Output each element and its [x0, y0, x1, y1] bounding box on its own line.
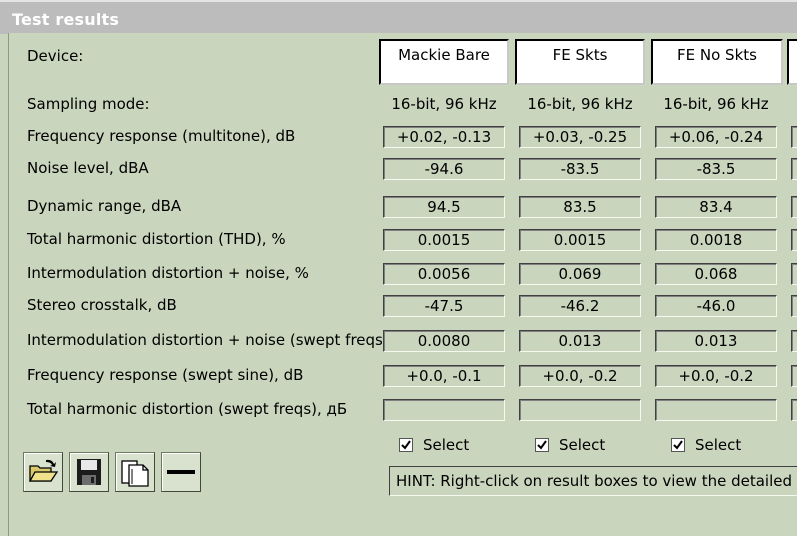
- result-cell-partial[interactable]: [791, 229, 797, 251]
- row-label-thd-swept: Total harmonic distortion (swept freqs),…: [27, 400, 348, 418]
- result-cell[interactable]: 94.5: [383, 196, 505, 218]
- save-button[interactable]: [69, 452, 109, 492]
- result-cell[interactable]: 0.013: [519, 330, 641, 352]
- result-cell[interactable]: 83.4: [655, 196, 777, 218]
- copy-pages-icon: [121, 460, 149, 487]
- result-cell[interactable]: -94.6: [383, 158, 505, 180]
- open-folder-icon: [28, 459, 59, 482]
- sampling-mode-value: 16-bit, 96 kHz: [391, 95, 497, 113]
- row-label-noise: Noise level, dBA: [27, 159, 149, 177]
- select-label: Select: [695, 436, 742, 454]
- result-cell[interactable]: 83.5: [519, 196, 641, 218]
- hint-box: HINT: Right-click on result boxes to vie…: [389, 466, 797, 496]
- result-cell[interactable]: 0.0018: [655, 229, 777, 251]
- select-label: Select: [559, 436, 606, 454]
- window-title: Test results: [12, 10, 120, 29]
- checkbox-checked-icon[interactable]: [535, 438, 549, 452]
- result-cell[interactable]: +0.0, -0.2: [519, 365, 641, 387]
- open-button[interactable]: [23, 452, 63, 492]
- row-label-device: Device:: [27, 47, 84, 65]
- title-bar: Test results: [0, 0, 797, 34]
- result-cell-partial[interactable]: [791, 263, 797, 285]
- result-cell[interactable]: 0.069: [519, 263, 641, 285]
- row-label-imd-swept: Intermodulation distortion + noise (swep…: [27, 331, 413, 349]
- device-name-box[interactable]: Mackie Bare: [379, 39, 509, 85]
- result-cell[interactable]: 0.0015: [519, 229, 641, 251]
- select-checkbox[interactable]: Select: [399, 436, 469, 454]
- result-cell[interactable]: 0.013: [655, 330, 777, 352]
- result-cell[interactable]: [383, 399, 505, 421]
- device-name-box-partial[interactable]: [787, 39, 797, 85]
- result-cell[interactable]: 0.0015: [383, 229, 505, 251]
- result-cell[interactable]: [655, 399, 777, 421]
- result-cell[interactable]: -46.2: [519, 295, 641, 317]
- result-cell[interactable]: +0.06, -0.24: [655, 126, 777, 148]
- row-label-freq-swept: Frequency response (swept sine), dB: [27, 366, 304, 384]
- result-cell-partial[interactable]: [791, 196, 797, 218]
- copy-button[interactable]: [115, 452, 155, 492]
- remove-button[interactable]: [161, 452, 201, 492]
- checkbox-checked-icon[interactable]: [399, 438, 413, 452]
- select-checkbox[interactable]: Select: [671, 436, 741, 454]
- row-label-dynamic: Dynamic range, dBA: [27, 197, 182, 215]
- row-label-crosstalk: Stereo crosstalk, dB: [27, 296, 177, 314]
- test-results-window: Test results Device: Sampling mode: Freq…: [0, 0, 797, 536]
- result-cell-partial[interactable]: [791, 158, 797, 180]
- result-cell-partial[interactable]: [791, 330, 797, 352]
- sampling-mode-value: 16-bit, 96 kHz: [663, 95, 769, 113]
- result-cell[interactable]: +0.0, -0.1: [383, 365, 505, 387]
- row-label-freq-multitone: Frequency response (multitone), dB: [27, 127, 296, 145]
- device-name-box[interactable]: FE Skts: [515, 39, 645, 85]
- sampling-mode-value: 16-bit, 96 kHz: [527, 95, 633, 113]
- result-cell-partial[interactable]: [791, 399, 797, 421]
- result-cell-partial[interactable]: [791, 126, 797, 148]
- result-cell[interactable]: 0.068: [655, 263, 777, 285]
- checkbox-checked-icon[interactable]: [671, 438, 685, 452]
- row-label-sampling: Sampling mode:: [27, 95, 150, 113]
- result-cell[interactable]: -47.5: [383, 295, 505, 317]
- result-cell[interactable]: -83.5: [655, 158, 777, 180]
- device-name-box[interactable]: FE No Skts: [651, 39, 783, 85]
- result-cell[interactable]: 0.0056: [383, 263, 505, 285]
- result-cell[interactable]: +0.0, -0.2: [655, 365, 777, 387]
- result-cell[interactable]: [519, 399, 641, 421]
- result-cell[interactable]: 0.0080: [383, 330, 505, 352]
- result-cell[interactable]: +0.02, -0.13: [383, 126, 505, 148]
- select-label: Select: [423, 436, 470, 454]
- result-cell-partial[interactable]: [791, 295, 797, 317]
- select-checkbox[interactable]: Select: [535, 436, 605, 454]
- result-cell[interactable]: -46.0: [655, 295, 777, 317]
- save-disk-icon: [77, 459, 101, 485]
- minus-icon: [167, 470, 195, 474]
- result-cell[interactable]: +0.03, -0.25: [519, 126, 641, 148]
- row-label-imd: Intermodulation distortion + noise, %: [27, 264, 309, 282]
- row-label-thd: Total harmonic distortion (THD), %: [27, 230, 286, 248]
- result-cell[interactable]: -83.5: [519, 158, 641, 180]
- result-cell-partial[interactable]: [791, 365, 797, 387]
